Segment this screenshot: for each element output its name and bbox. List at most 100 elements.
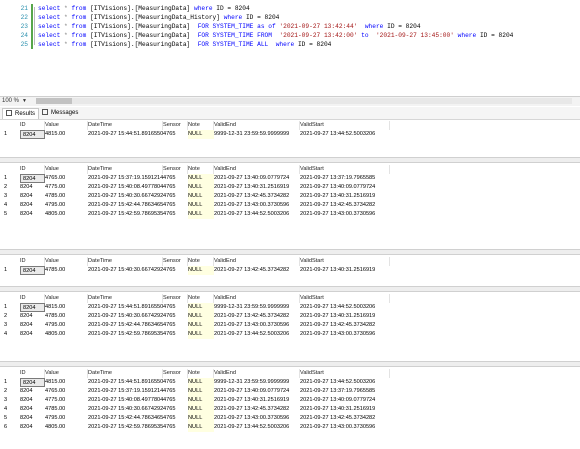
- column-header[interactable]: ID: [20, 121, 45, 130]
- grid-cell[interactable]: 4765: [163, 321, 188, 330]
- grid-cell[interactable]: 2021-09-27 13:40:31.2516919: [300, 312, 390, 321]
- grid-cell[interactable]: 2021-09-27 13:40:09.0779724: [300, 183, 390, 192]
- grid-cell[interactable]: 2021-09-27 13:44:52.5003206: [300, 378, 390, 387]
- column-header[interactable]: Value: [45, 121, 88, 130]
- table-row[interactable]: 4 8204 4785.00 2021-09-27 15:40:30.6674292 4…: [0, 405, 580, 414]
- grid-cell[interactable]: 4765: [163, 130, 188, 139]
- column-header[interactable]: Value: [45, 294, 88, 303]
- row-number[interactable]: 6: [0, 423, 15, 432]
- grid-cell[interactable]: 8204: [20, 414, 45, 423]
- grid-cell[interactable]: 2021-09-27 13:37:19.7965585: [300, 387, 390, 396]
- grid-cell[interactable]: NULL: [188, 312, 214, 321]
- grid-cell[interactable]: 2021-09-27 13:43:00.3730596: [214, 321, 300, 330]
- row-number[interactable]: 1: [0, 130, 15, 139]
- table-row[interactable]: 1 8204 4785.00 2021-09-27 15:40:30.6674292 4…: [0, 266, 580, 275]
- grid-cell[interactable]: 2021-09-27 13:43:00.3730596: [214, 201, 300, 210]
- column-header[interactable]: Sensor: [163, 121, 188, 130]
- sql-statement[interactable]: select * from [ITVisions].[MeasuringData…: [38, 4, 250, 13]
- grid-cell[interactable]: 2021-09-27 13:40:09.0779724: [214, 174, 300, 183]
- table-row[interactable]: 1 8204 4815.00 2021-09-27 15:44:51.8916550 4…: [0, 378, 580, 387]
- grid-cell[interactable]: 4775.00: [45, 396, 88, 405]
- sql-statement[interactable]: select * from [ITVisions].[MeasuringData…: [38, 40, 331, 49]
- grid-cell[interactable]: 8204: [20, 192, 45, 201]
- row-number[interactable]: 1: [0, 378, 15, 387]
- grid-cell[interactable]: 2021-09-27 15:37:19.1591214: [88, 174, 163, 183]
- row-number[interactable]: 4: [0, 201, 15, 210]
- grid-cell[interactable]: 8204: [20, 396, 45, 405]
- tab-messages[interactable]: Messages: [42, 108, 78, 118]
- grid-cell[interactable]: 2021-09-27 13:44:52.5003206: [300, 130, 390, 139]
- row-number[interactable]: 3: [0, 321, 15, 330]
- row-number[interactable]: 2: [0, 312, 15, 321]
- grid-cell[interactable]: 8204: [20, 423, 45, 432]
- table-row[interactable]: 6 8204 4805.00 2021-09-27 15:42:59.7869535 4…: [0, 423, 580, 432]
- grid-cell[interactable]: 4785.00: [45, 405, 88, 414]
- grid-cell[interactable]: NULL: [188, 405, 214, 414]
- grid-cell[interactable]: NULL: [188, 201, 214, 210]
- chevron-down-icon[interactable]: ▼: [22, 97, 27, 106]
- column-header[interactable]: DateTime: [88, 121, 163, 130]
- grid-splitter[interactable]: [0, 157, 580, 163]
- grid-cell[interactable]: 4795.00: [45, 321, 88, 330]
- grid-cell[interactable]: 4795.00: [45, 201, 88, 210]
- grid-cell[interactable]: NULL: [188, 174, 214, 183]
- grid-cell[interactable]: 8204: [20, 266, 45, 275]
- grid-cell[interactable]: 4765: [163, 378, 188, 387]
- column-header[interactable]: ValidEnd: [214, 369, 300, 378]
- table-row[interactable]: 3 8204 4795.00 2021-09-27 15:42:44.7863465 4…: [0, 321, 580, 330]
- grid-cell[interactable]: 4815.00: [45, 130, 88, 139]
- grid-cell[interactable]: 2021-09-27 13:43:00.3730596: [300, 210, 390, 219]
- grid-cell[interactable]: 4765: [163, 405, 188, 414]
- table-row[interactable]: 3 8204 4775.00 2021-09-27 15:40:08.4977804 4…: [0, 396, 580, 405]
- column-header[interactable]: ID: [20, 369, 45, 378]
- row-number[interactable]: 1: [0, 266, 15, 275]
- grid-cell[interactable]: NULL: [188, 423, 214, 432]
- column-header[interactable]: ValidEnd: [214, 165, 300, 174]
- grid-cell[interactable]: 4765: [163, 303, 188, 312]
- result-grid[interactable]: ID Value DateTime Sensor Note ValidEnd ValidSt…: [0, 369, 580, 434]
- column-header[interactable]: Value: [45, 369, 88, 378]
- grid-cell[interactable]: 2021-09-27 15:37:19.1591214: [88, 387, 163, 396]
- column-header[interactable]: ValidStart: [300, 257, 390, 266]
- grid-cell[interactable]: 2021-09-27 13:37:19.7965585: [300, 174, 390, 183]
- grid-cell[interactable]: 2021-09-27 13:40:31.2516919: [214, 183, 300, 192]
- grid-cell[interactable]: 4765: [163, 192, 188, 201]
- grid-cell[interactable]: 8204: [20, 405, 45, 414]
- grid-cell[interactable]: 2021-09-27 13:43:00.3730596: [300, 423, 390, 432]
- grid-cell[interactable]: 4805.00: [45, 423, 88, 432]
- grid-cell[interactable]: 2021-09-27 15:40:30.6674292: [88, 405, 163, 414]
- table-row[interactable]: 4 8204 4795.00 2021-09-27 15:42:44.7863465 4…: [0, 201, 580, 210]
- grid-cell[interactable]: 8204: [20, 321, 45, 330]
- column-header[interactable]: Note: [188, 165, 214, 174]
- grid-cell[interactable]: 2021-09-27 13:42:45.3734282: [214, 192, 300, 201]
- grid-splitter[interactable]: [0, 286, 580, 292]
- grid-splitter[interactable]: [0, 249, 580, 255]
- column-header[interactable]: ID: [20, 257, 45, 266]
- grid-cell[interactable]: NULL: [188, 414, 214, 423]
- query-editor[interactable]: 21 select * from [ITVisions].[MeasuringDa…: [0, 0, 580, 96]
- code-line[interactable]: 24 select * from [ITVisions].[MeasuringDa…: [0, 31, 580, 40]
- table-row[interactable]: 2 8204 4785.00 2021-09-27 15:40:30.6674292 4…: [0, 312, 580, 321]
- grid-cell[interactable]: 4765: [163, 330, 188, 339]
- grid-cell[interactable]: 2021-09-27 13:40:09.0779724: [300, 396, 390, 405]
- grid-cell[interactable]: 4805.00: [45, 330, 88, 339]
- grid-cell[interactable]: 2021-09-27 13:42:45.3734282: [300, 321, 390, 330]
- column-header[interactable]: Note: [188, 257, 214, 266]
- grid-cell[interactable]: 2021-09-27 13:40:31.2516919: [300, 266, 390, 275]
- grid-cell[interactable]: 2021-09-27 15:44:51.8916550: [88, 130, 163, 139]
- grid-cell[interactable]: 8204: [20, 330, 45, 339]
- result-grid[interactable]: ID Value DateTime Sensor Note ValidEnd ValidSt…: [0, 257, 580, 277]
- grid-cell[interactable]: 2021-09-27 13:42:45.3734282: [214, 312, 300, 321]
- code-line[interactable]: 21 select * from [ITVisions].[MeasuringDa…: [0, 4, 580, 13]
- column-header[interactable]: ValidStart: [300, 294, 390, 303]
- grid-cell[interactable]: 2021-09-27 15:40:30.6674292: [88, 312, 163, 321]
- result-grid[interactable]: ID Value DateTime Sensor Note ValidEnd ValidSt…: [0, 165, 580, 221]
- row-number[interactable]: 2: [0, 387, 15, 396]
- grid-cell[interactable]: 8204: [20, 378, 45, 387]
- result-grid[interactable]: ID Value DateTime Sensor Note ValidEnd ValidSt…: [0, 294, 580, 341]
- grid-cell[interactable]: 4765: [163, 414, 188, 423]
- grid-cell[interactable]: 2021-09-27 13:42:45.3734282: [214, 405, 300, 414]
- scrollbar-thumb[interactable]: [36, 98, 72, 104]
- column-header[interactable]: ID: [20, 294, 45, 303]
- grid-cell[interactable]: 4765.00: [45, 174, 88, 183]
